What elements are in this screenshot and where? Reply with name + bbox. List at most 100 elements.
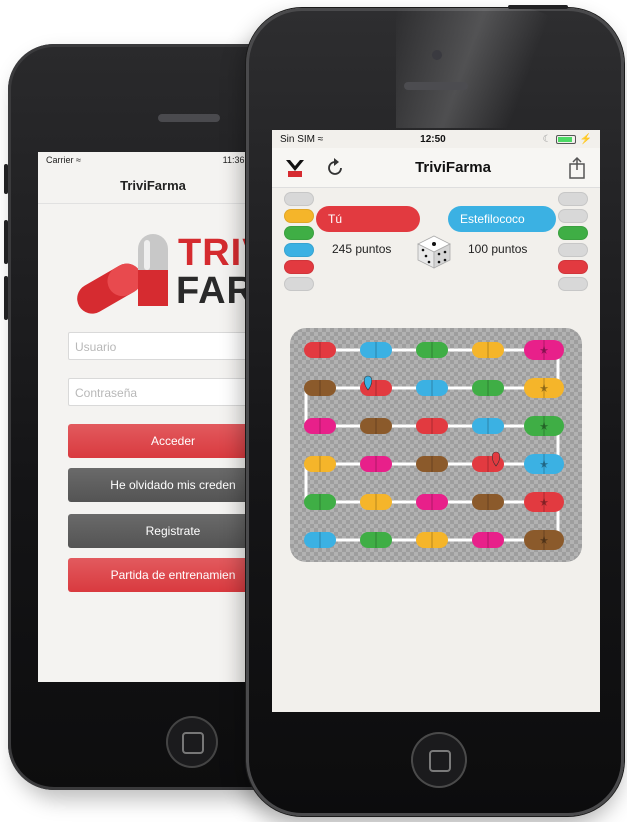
star-icon: ★ bbox=[539, 345, 549, 357]
board-space[interactable] bbox=[416, 494, 448, 510]
dice-icon[interactable] bbox=[416, 234, 452, 270]
player1-chip bbox=[284, 226, 314, 240]
player2-chip bbox=[558, 277, 588, 291]
players-panel: Tú 245 puntos Estefilococo 100 puntos bbox=[272, 188, 600, 300]
front-home-button[interactable] bbox=[411, 732, 467, 788]
board-space[interactable] bbox=[472, 532, 504, 548]
board-space[interactable] bbox=[472, 494, 504, 510]
training-game-button[interactable]: Partida de entrenamien bbox=[68, 558, 268, 592]
glass-glare bbox=[396, 8, 576, 128]
player2-name: Estefilococo bbox=[460, 212, 525, 226]
board-star-space[interactable]: ★ bbox=[524, 340, 564, 360]
front-phone-screen: Sin SIM ≈ 12:50 ☾ ⚡ TriviFarma Tú 245 pu… bbox=[272, 130, 600, 712]
back-phone-speaker bbox=[158, 114, 220, 122]
login-button[interactable]: Acceder bbox=[68, 424, 268, 458]
star-icon: ★ bbox=[539, 497, 549, 509]
player2-name-tag: Estefilococo bbox=[448, 206, 556, 232]
wifi-icon: ≈ bbox=[76, 155, 81, 165]
back-carrier-label: Carrier ≈ bbox=[46, 155, 81, 165]
player1-chips bbox=[284, 192, 314, 294]
board-space[interactable] bbox=[416, 418, 448, 434]
password-placeholder: Contraseña bbox=[75, 386, 138, 400]
front-status-bar: Sin SIM ≈ 12:50 ☾ ⚡ bbox=[272, 130, 600, 148]
forgot-credentials-button[interactable]: He olvidado mis creden bbox=[68, 468, 268, 502]
pill-logo-icon bbox=[77, 234, 168, 314]
game-board: ★ ★ ★ ★ ★ ★ bbox=[290, 328, 582, 562]
back-phone-screen: Carrier ≈ 11:36 AM TriviFarma TRIV FAR U… bbox=[38, 152, 268, 682]
player1-chip bbox=[284, 209, 314, 223]
player2-chips bbox=[558, 192, 588, 294]
board-space[interactable] bbox=[416, 532, 448, 548]
back-status-bar: Carrier ≈ 11:36 AM bbox=[38, 152, 268, 168]
battery-icon bbox=[555, 134, 576, 144]
board-space[interactable] bbox=[360, 342, 392, 358]
board-space[interactable] bbox=[416, 380, 448, 396]
board-star-space[interactable]: ★ bbox=[524, 530, 564, 550]
player1-score: 245 puntos bbox=[332, 242, 392, 256]
player2-score: 100 puntos bbox=[468, 242, 528, 256]
logo-text-bottom: FAR bbox=[176, 270, 255, 312]
star-icon: ★ bbox=[539, 421, 549, 433]
board-star-space[interactable]: ★ bbox=[524, 454, 564, 474]
back-nav-title: TriviFarma bbox=[120, 178, 186, 193]
player1-chip bbox=[284, 260, 314, 274]
player1-chip bbox=[284, 192, 314, 206]
board-space[interactable] bbox=[304, 342, 336, 358]
refresh-icon[interactable] bbox=[322, 155, 348, 181]
board-star-space[interactable]: ★ bbox=[524, 492, 564, 512]
board-space[interactable] bbox=[304, 494, 336, 510]
board-star-space[interactable]: ★ bbox=[524, 416, 564, 436]
back-home-button[interactable] bbox=[166, 716, 218, 768]
player2-chip bbox=[558, 260, 588, 274]
player2-chip bbox=[558, 192, 588, 206]
board-space[interactable] bbox=[416, 456, 448, 472]
player1-chip bbox=[284, 277, 314, 291]
player1-name-tag: Tú bbox=[316, 206, 420, 232]
player1-chip bbox=[284, 243, 314, 257]
board-space[interactable] bbox=[472, 342, 504, 358]
board-path: ★ ★ ★ ★ ★ ★ bbox=[304, 340, 564, 550]
front-nav-bar: TriviFarma bbox=[272, 148, 600, 188]
player1-name: Tú bbox=[328, 212, 343, 226]
board-space[interactable] bbox=[472, 380, 504, 396]
username-field[interactable]: Usuario bbox=[68, 332, 268, 360]
front-carrier-label: Sin SIM ≈ bbox=[280, 133, 324, 145]
board-space[interactable] bbox=[304, 456, 336, 472]
front-phone: Sin SIM ≈ 12:50 ☾ ⚡ TriviFarma Tú 245 pu… bbox=[246, 5, 624, 816]
sleep-button bbox=[508, 5, 568, 9]
board-space[interactable] bbox=[360, 418, 392, 434]
register-button[interactable]: Registrate bbox=[68, 514, 268, 548]
stage: Carrier ≈ 11:36 AM TriviFarma TRIV FAR U… bbox=[0, 0, 627, 822]
board-space[interactable] bbox=[360, 494, 392, 510]
board-space[interactable] bbox=[472, 418, 504, 434]
mute-switch bbox=[4, 164, 8, 194]
player2-chip bbox=[558, 209, 588, 223]
board-space[interactable] bbox=[360, 532, 392, 548]
star-icon: ★ bbox=[539, 383, 549, 395]
volume-down-button bbox=[4, 276, 8, 320]
front-nav-title: TriviFarma bbox=[415, 159, 491, 176]
charging-icon: ⚡ bbox=[579, 133, 592, 145]
wifi-icon: ≈ bbox=[317, 133, 324, 145]
player2-chip bbox=[558, 226, 588, 240]
board-space[interactable] bbox=[304, 532, 336, 548]
front-phone-speaker bbox=[404, 82, 468, 90]
trivifarma-logo: TRIV FAR bbox=[38, 204, 268, 324]
share-icon[interactable] bbox=[564, 155, 590, 181]
menu-logo-icon[interactable] bbox=[282, 155, 308, 181]
front-time-label: 12:50 bbox=[420, 133, 446, 145]
star-icon: ★ bbox=[539, 535, 549, 547]
star-icon: ★ bbox=[539, 459, 549, 471]
moon-icon: ☾ bbox=[542, 133, 552, 145]
board-star-space[interactable]: ★ bbox=[524, 378, 564, 398]
board-space[interactable] bbox=[360, 456, 392, 472]
board-space[interactable] bbox=[304, 380, 336, 396]
username-placeholder: Usuario bbox=[75, 340, 117, 354]
front-camera bbox=[432, 50, 442, 60]
password-field[interactable]: Contraseña bbox=[68, 378, 268, 406]
board-space[interactable] bbox=[416, 342, 448, 358]
status-icons: ☾ ⚡ bbox=[543, 134, 592, 145]
board-space[interactable] bbox=[304, 418, 336, 434]
player2-chip bbox=[558, 243, 588, 257]
back-nav-bar: TriviFarma bbox=[38, 168, 268, 204]
